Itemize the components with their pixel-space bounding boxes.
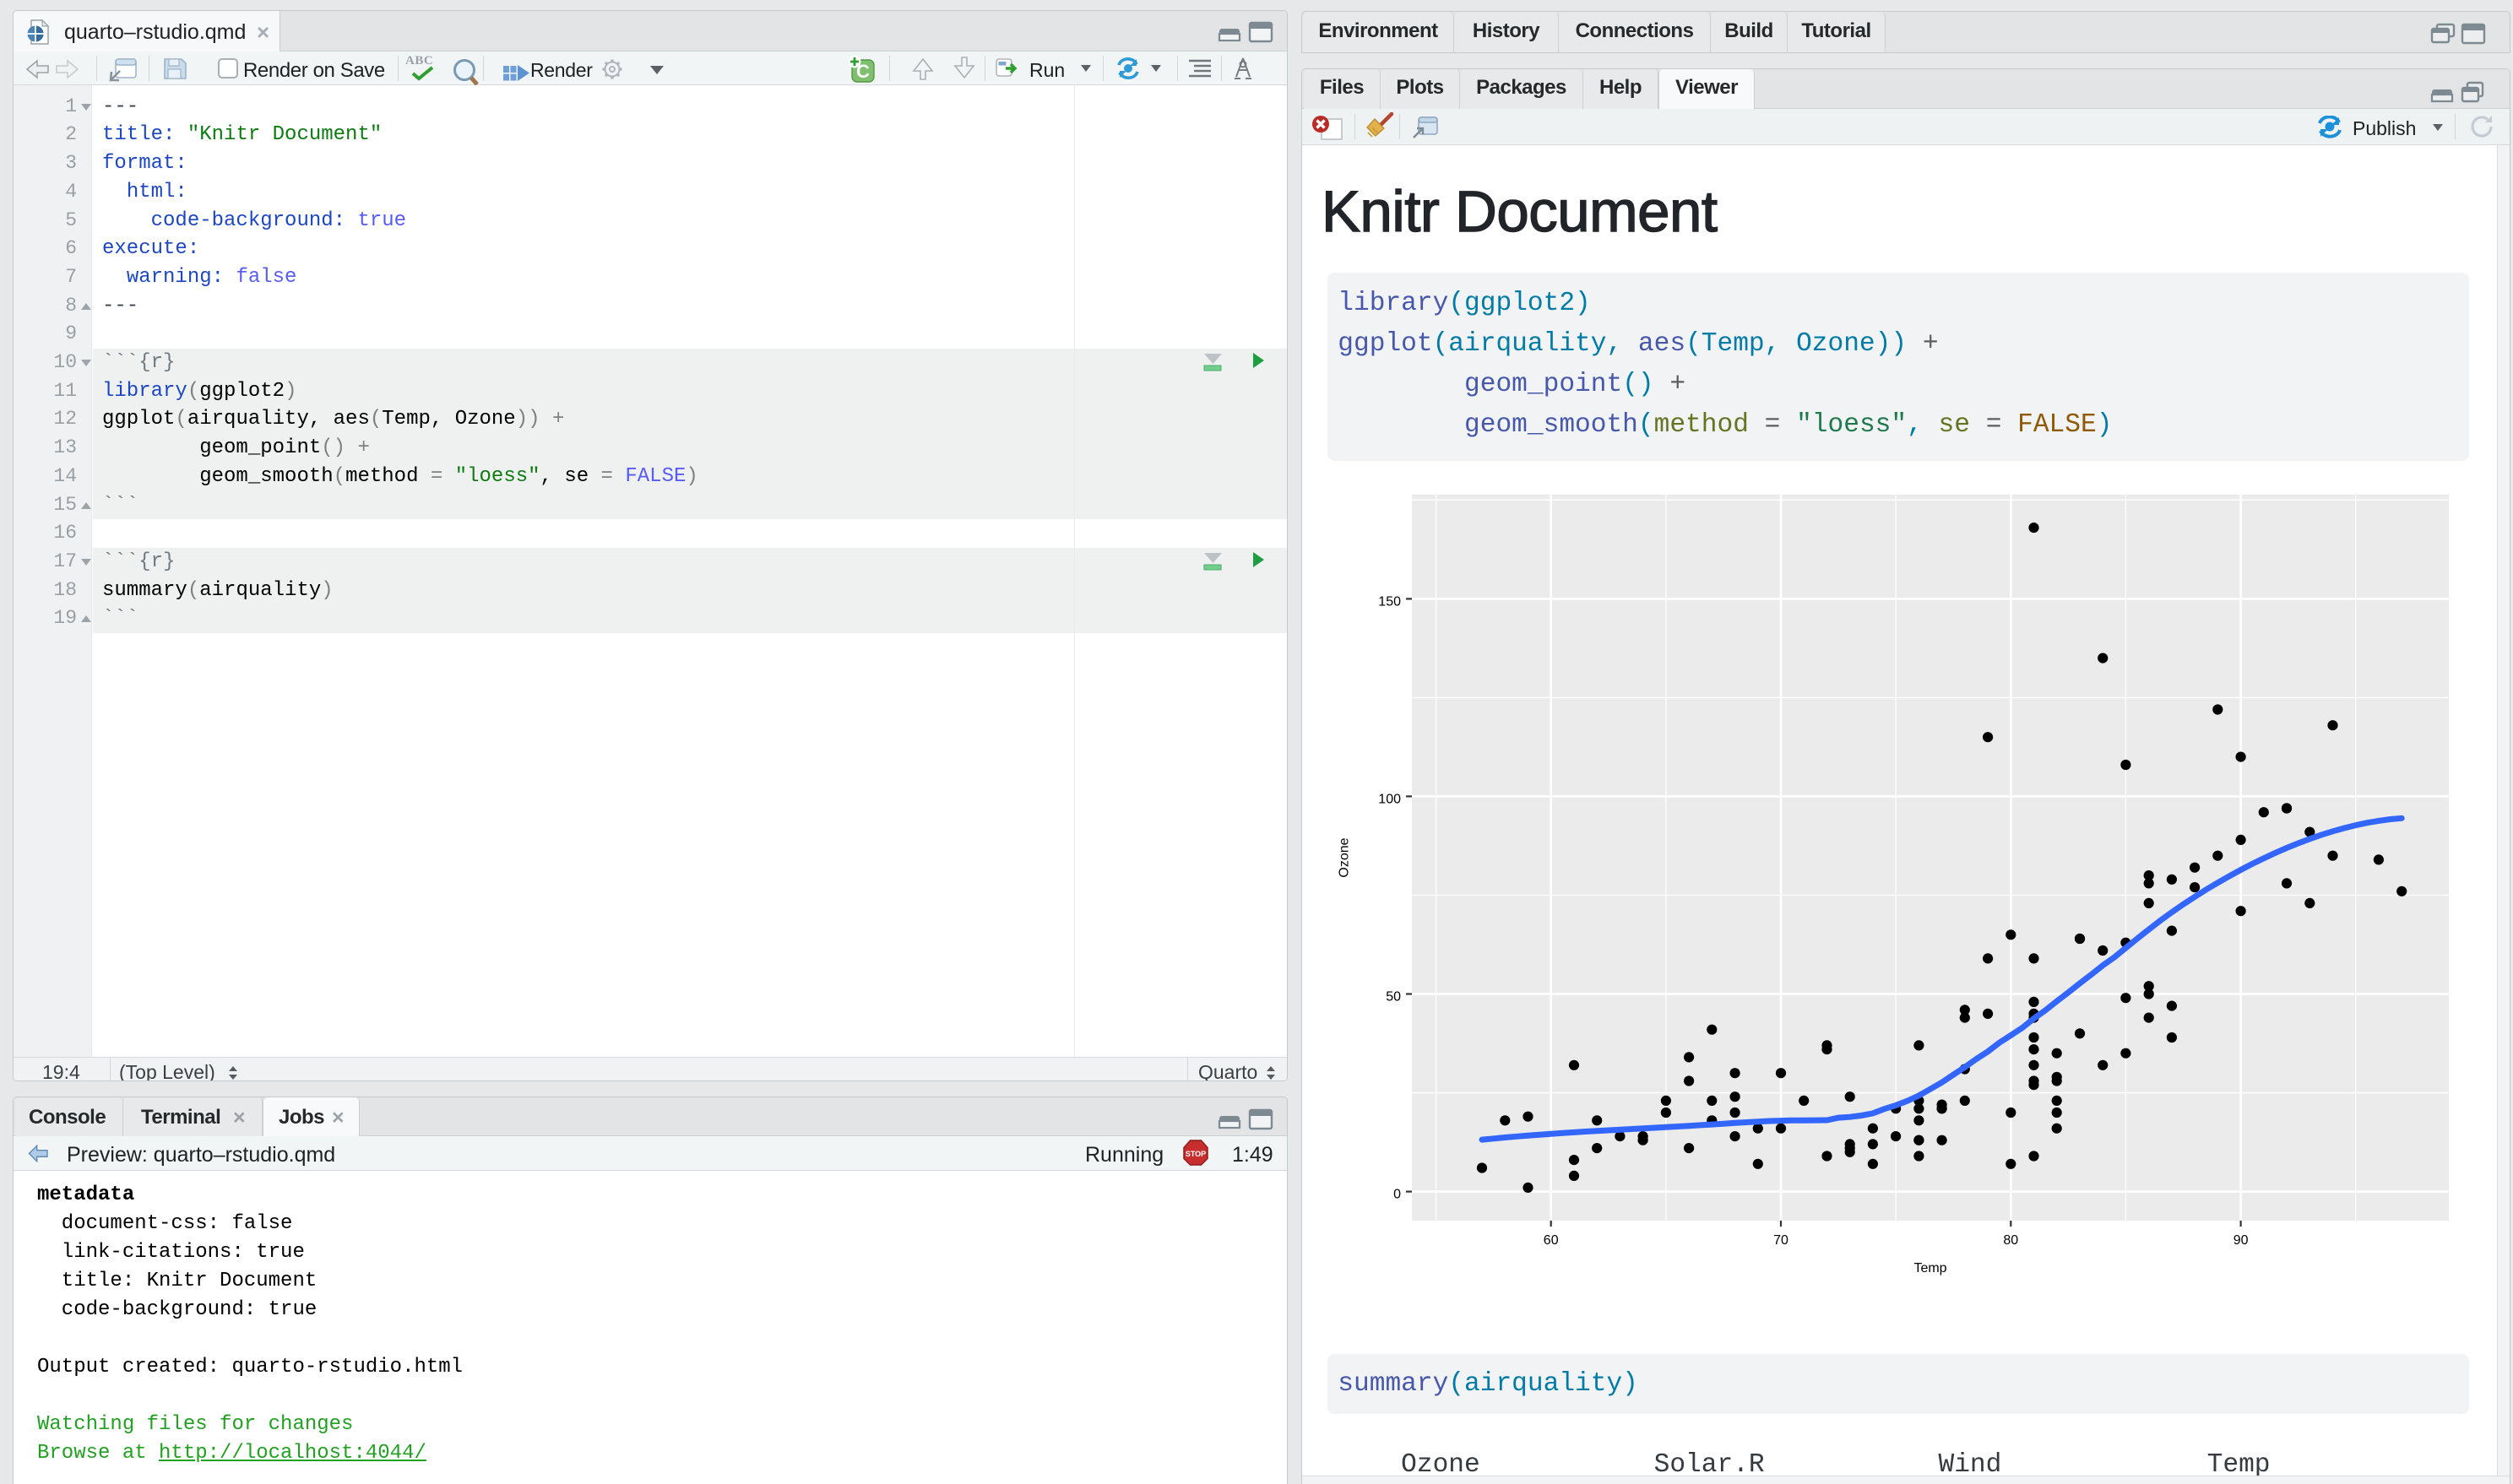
svg-text:STOP: STOP <box>1186 1150 1206 1158</box>
svg-text:70: 70 <box>1773 1233 1788 1248</box>
svg-text:100: 100 <box>1378 792 1401 806</box>
svg-text:Ozone: Ozone <box>1338 837 1352 877</box>
svg-text:Temp: Temp <box>1913 1261 1946 1275</box>
svg-text:150: 150 <box>1378 594 1401 609</box>
svg-text:90: 90 <box>2233 1233 2249 1248</box>
svg-text:60: 60 <box>1544 1233 1559 1248</box>
svg-text:0: 0 <box>1393 1188 1401 1202</box>
svg-text:80: 80 <box>2003 1233 2018 1248</box>
svg-text:50: 50 <box>1386 990 1401 1005</box>
